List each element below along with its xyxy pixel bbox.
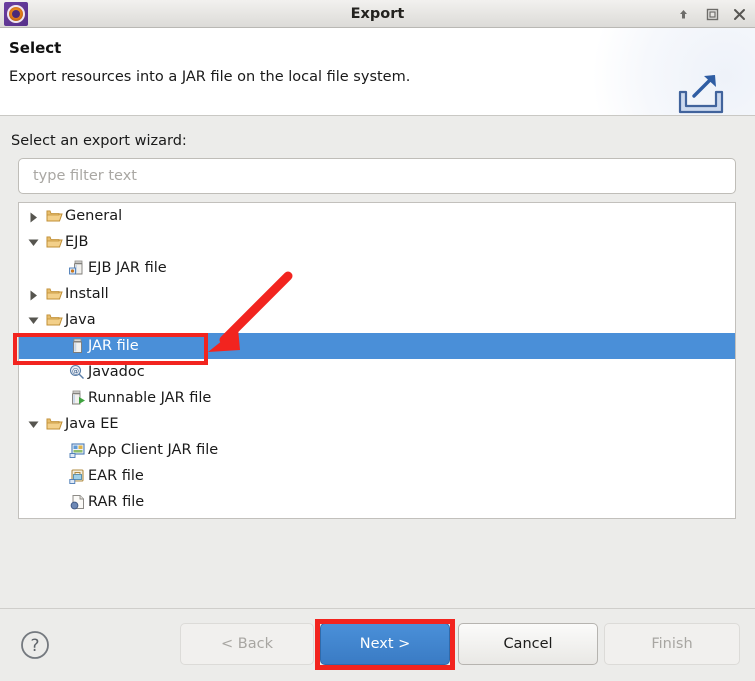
tree-row[interactable]: EAR file [19, 463, 735, 489]
tree-row-label: Java [65, 312, 96, 328]
tree-row-label: App Client JAR file [88, 442, 219, 458]
chevron-right-icon[interactable] [25, 203, 41, 229]
folder-icon [45, 203, 63, 229]
export-wizard-dialog: Export Select Export resources into a JA… [0, 0, 755, 681]
jar-file-icon [68, 333, 86, 359]
help-question-icon[interactable]: ? [19, 629, 51, 661]
wizard-body: Select an export wizard: General EJB EJB J… [0, 117, 755, 608]
chevron-down-icon[interactable] [25, 307, 41, 333]
tree-row[interactable]: EJB [19, 229, 735, 255]
maximize-icon[interactable] [701, 5, 723, 24]
folder-icon [45, 281, 63, 307]
tree-row[interactable]: Java [19, 307, 735, 333]
tree-row[interactable]: EJB JAR file [19, 255, 735, 281]
chevron-down-icon[interactable] [25, 411, 41, 437]
tree-row[interactable]: Java EE [19, 411, 735, 437]
select-wizard-label: Select an export wizard: [11, 133, 187, 149]
folder-icon [45, 411, 63, 437]
next-button[interactable]: Next > [320, 623, 450, 665]
tree-row-label: RAR file [88, 494, 145, 510]
back-button[interactable]: < Back [180, 623, 314, 665]
export-wizard-tree[interactable]: General EJB EJB JAR file Install Java JAR fil… [18, 202, 736, 519]
close-icon[interactable] [728, 5, 750, 24]
tree-row[interactable]: Runnable JAR file [19, 385, 735, 411]
tree-row-label: Runnable JAR file [88, 390, 212, 406]
tree-row[interactable]: App Client JAR file [19, 437, 735, 463]
window-title: Export [350, 6, 405, 22]
tree-row-label: Javadoc [88, 364, 145, 380]
tree-row-label: EAR file [88, 468, 144, 484]
tree-row[interactable]: JAR file [19, 333, 735, 359]
tree-row[interactable]: @ Javadoc [19, 359, 735, 385]
cancel-button[interactable]: Cancel [458, 623, 598, 665]
runnable-jar-file-icon [68, 385, 86, 411]
page-title: Select [9, 39, 62, 57]
ear-file-icon [68, 463, 86, 489]
chevron-down-icon[interactable] [25, 229, 41, 255]
tree-row-label: Install [65, 286, 109, 302]
folder-icon [45, 229, 63, 255]
tree-row[interactable]: RAR file [19, 489, 735, 515]
svg-text:@: @ [72, 368, 79, 376]
page-description: Export resources into a JAR file on the … [9, 69, 411, 85]
title-bar: Export [0, 0, 755, 28]
ejb-jar-file-icon [68, 255, 86, 281]
tree-row-label: EJB [65, 234, 89, 250]
tree-row-label: EJB JAR file [88, 260, 167, 276]
export-tray-arrow-icon [668, 72, 734, 115]
javadoc-icon: @ [68, 359, 86, 385]
tree-row-label: General [65, 208, 123, 224]
app-client-jar-icon [68, 437, 86, 463]
svg-text:?: ? [30, 636, 39, 656]
folder-icon [45, 307, 63, 333]
tree-row[interactable]: Install [19, 281, 735, 307]
tree-row-label: Java EE [65, 416, 119, 432]
chevron-right-icon[interactable] [25, 281, 41, 307]
tree-row-label: JAR file [88, 338, 139, 354]
filter-input[interactable] [18, 158, 736, 194]
rar-file-icon [68, 489, 86, 515]
arrow-up-icon[interactable] [672, 5, 694, 24]
finish-button[interactable]: Finish [604, 623, 740, 665]
wizard-header: Select Export resources into a JAR file … [0, 28, 755, 116]
tree-row[interactable]: General [19, 203, 735, 229]
